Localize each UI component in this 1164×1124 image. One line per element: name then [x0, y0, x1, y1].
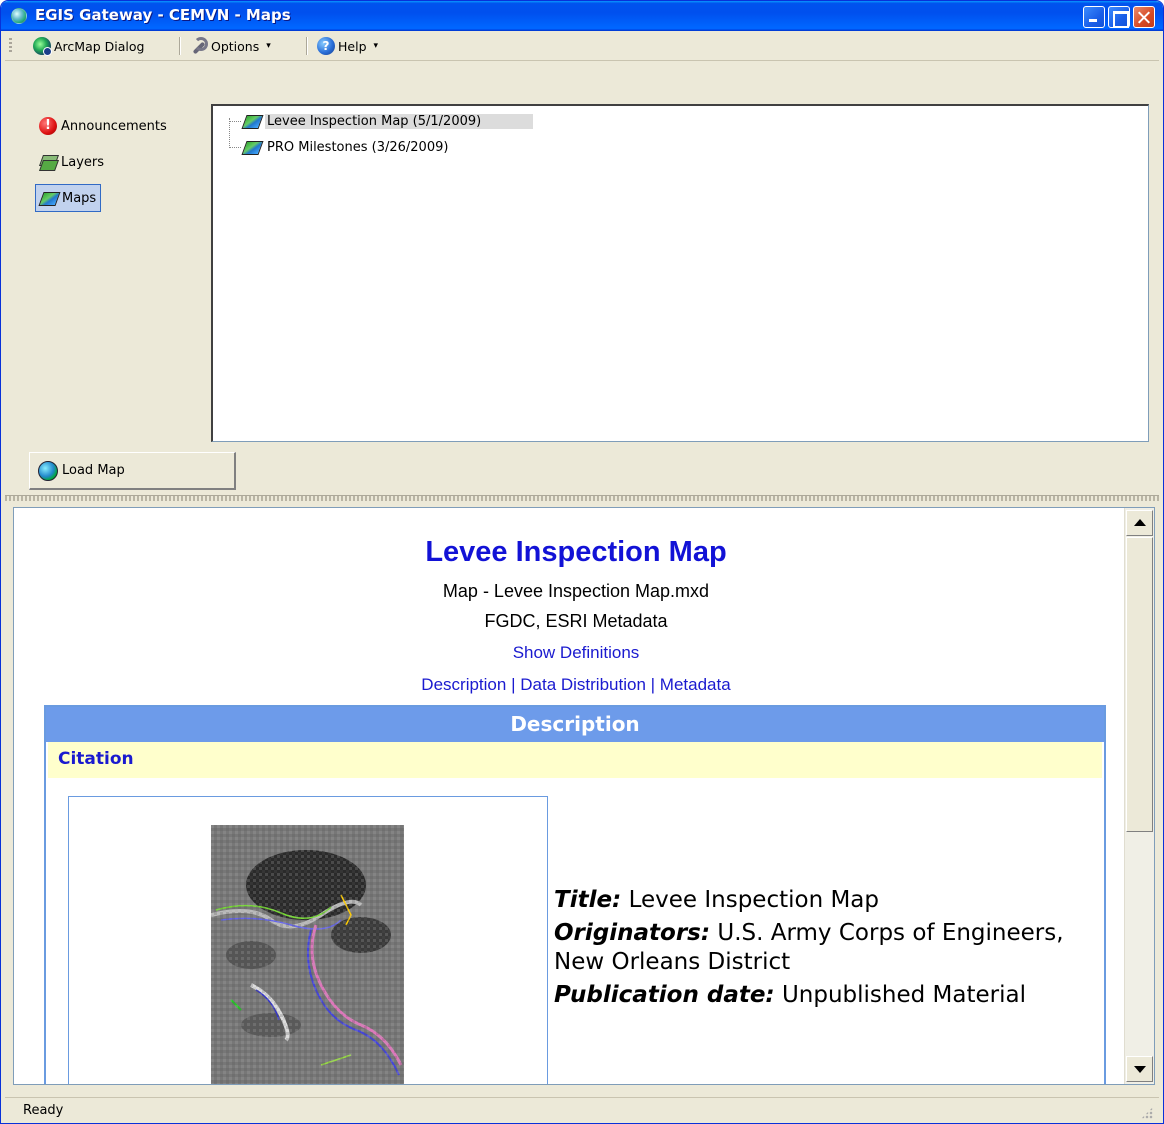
arcmap-dialog-button[interactable]: ArcMap Dialog [31, 35, 146, 57]
close-icon [1134, 7, 1154, 27]
alert-icon: ! [39, 117, 57, 135]
metadata-viewer: Levee Inspection Map Map - Levee Inspect… [13, 507, 1155, 1085]
status-text: Ready [23, 1103, 64, 1118]
tree-item-levee-inspection-map[interactable]: Levee Inspection Map (5/1/2009) [229, 110, 534, 132]
load-map-label: Load Map [62, 463, 125, 478]
minimize-icon [1084, 7, 1104, 27]
help-label: Help [338, 38, 367, 54]
link-separator: | [650, 675, 656, 694]
map-icon [243, 112, 261, 130]
metadata-link[interactable]: Metadata [660, 675, 731, 694]
originators-row: Originators: U.S. Army Corps of Engineer… [554, 919, 1114, 977]
load-map-button[interactable]: Load Map [29, 452, 236, 490]
publication-date-key: Publication date: [554, 982, 775, 1008]
scroll-up-button[interactable] [1126, 510, 1153, 536]
status-bar: Ready [5, 1097, 1159, 1123]
left-navigation: ! Announcements Layers Maps [5, 99, 205, 444]
toolbar: ArcMap Dialog Options ▾ ? Help ▾ [5, 31, 1159, 61]
section-links: Description | Data Distribution | Metada… [14, 675, 1138, 695]
tree-item-label: Levee Inspection Map (5/1/2009) [265, 113, 534, 129]
tree-item-pro-milestones[interactable]: PRO Milestones (3/26/2009) [229, 136, 450, 158]
map-icon [40, 189, 58, 207]
map-thumbnail-frame [68, 796, 548, 1084]
panel-splitter[interactable] [5, 495, 1159, 501]
scroll-down-button[interactable] [1126, 1056, 1153, 1082]
description-link[interactable]: Description [421, 675, 506, 694]
section-header: Description [46, 707, 1104, 742]
title-bar[interactable]: EGIS Gateway - CEMVN - Maps [1, 1, 1163, 31]
help-icon: ? [317, 37, 335, 55]
toolbar-separator [306, 37, 308, 55]
chevron-down-icon: ▾ [373, 41, 379, 51]
close-button[interactable] [1133, 6, 1155, 28]
originators-key: Originators: [554, 920, 711, 946]
options-label: Options [211, 38, 260, 54]
wrench-icon [190, 37, 208, 55]
nav-item-label: Maps [62, 190, 97, 206]
globe-icon [38, 460, 58, 481]
minimize-button[interactable] [1083, 6, 1105, 28]
app-globe-icon[interactable] [11, 8, 27, 24]
citation-fields: Title: Levee Inspection Map Originators:… [554, 886, 1114, 1014]
maps-tree[interactable]: Levee Inspection Map (5/1/2009) PRO Mile… [211, 104, 1149, 442]
vertical-scrollbar[interactable] [1124, 508, 1154, 1084]
map-thumbnail [211, 825, 404, 1084]
title-key: Title: [554, 887, 622, 913]
link-separator: | [511, 675, 516, 694]
resize-grip-icon[interactable] [1141, 1107, 1153, 1119]
options-menu-button[interactable]: Options ▾ [188, 35, 273, 57]
publication-date-row: Publication date: Unpublished Material [554, 981, 1114, 1010]
help-menu-button[interactable]: ? Help ▾ [315, 35, 380, 57]
nav-item-maps[interactable]: Maps [35, 184, 102, 212]
chevron-down-icon: ▾ [266, 41, 271, 51]
nav-item-announcements[interactable]: ! Announcements [35, 112, 171, 140]
nav-item-label: Announcements [61, 118, 167, 134]
title-row: Title: Levee Inspection Map [554, 886, 1114, 915]
nav-item-label: Layers [61, 154, 105, 170]
toolbar-grip[interactable] [9, 38, 12, 54]
maximize-icon [1109, 7, 1129, 28]
tree-connector [229, 120, 241, 122]
arcmap-dialog-label: ArcMap Dialog [54, 38, 145, 54]
toolbar-separator [179, 37, 181, 55]
app-window: EGIS Gateway - CEMVN - Maps ArcMap Dialo… [0, 0, 1164, 1124]
map-file-name: Map - Levee Inspection Map.mxd [442, 581, 710, 601]
publication-date-value: Unpublished Material [781, 982, 1026, 1008]
tree-item-label: PRO Milestones (3/26/2009) [267, 139, 449, 155]
window-title: EGIS Gateway - CEMVN - Maps [35, 6, 291, 24]
data-distribution-link[interactable]: Data Distribution [520, 675, 646, 694]
map-icon [243, 138, 261, 156]
arcmap-search-icon [33, 37, 52, 56]
map-title: Levee Inspection Map [425, 536, 727, 568]
title-value: Levee Inspection Map [628, 887, 879, 913]
show-definitions-link[interactable]: Show Definitions [14, 643, 1138, 663]
map-thumbnail-image [211, 825, 404, 1084]
show-definitions-label[interactable]: Show Definitions [513, 643, 640, 662]
tree-connector [229, 146, 241, 148]
layers-icon [39, 153, 57, 171]
metadata-format: FGDC, ESRI Metadata [484, 611, 668, 631]
scroll-thumb[interactable] [1126, 537, 1153, 832]
citation-label: Citation [58, 749, 134, 769]
citation-bar: Citation [48, 742, 1102, 778]
nav-item-layers[interactable]: Layers [35, 148, 108, 176]
maximize-button[interactable] [1108, 6, 1130, 28]
